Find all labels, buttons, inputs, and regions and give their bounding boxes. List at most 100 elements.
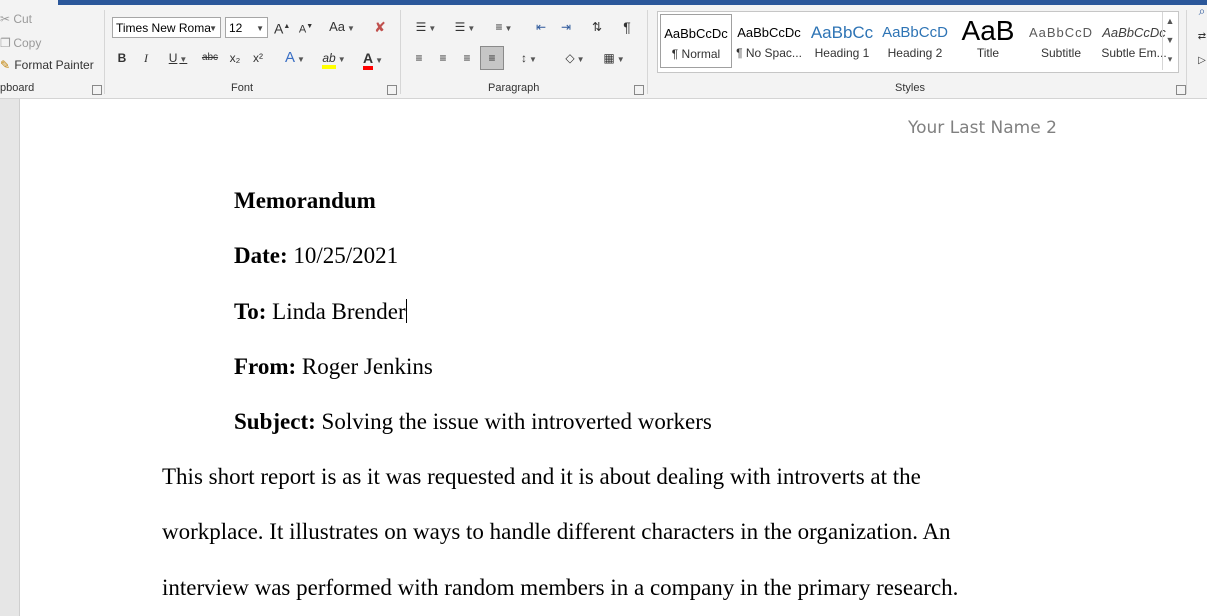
justify-button[interactable]: ≡ [480,46,504,70]
body-line[interactable]: workplace. It illustrates on ways to han… [162,519,951,545]
align-center-button[interactable]: ≡ [433,47,453,69]
format-painter-button[interactable]: ✎ Format Painter [0,58,94,72]
paintbrush-icon: ✎ [0,58,11,72]
multilevel-list-button[interactable]: ≡ ▼ [487,16,521,38]
styles-group-label: Styles [895,82,925,94]
bullets-button[interactable]: ☰ ▼ [409,16,443,38]
chevron-down-icon: ▼ [179,55,188,64]
align-left-icon: ≡ [415,51,423,65]
style-name: Subtitle [1040,46,1082,60]
style-heading-2[interactable]: AaBbCcD Heading 2 [879,14,951,68]
clipboard-dialog-launcher[interactable] [92,85,102,95]
date-value: 10/25/2021 [287,243,399,268]
left-margin-strip [0,99,20,616]
from-label: From: [234,354,297,379]
editing-group-partial: ⌕ ⇄ ▷ [1185,0,1207,98]
paragraph-group-label: Paragraph [488,82,540,94]
bullet-list-icon: ☰ [415,20,427,34]
text-cursor [405,299,407,323]
font-color-icon: A [362,51,374,70]
line-spacing-button[interactable]: ↕ ▼ [512,47,546,69]
subscript-button[interactable]: x₂ [226,47,244,69]
body-line[interactable]: This short report is as it was requested… [162,464,921,490]
cut-button[interactable]: ✂ Cut [0,12,32,26]
superscript-button[interactable]: x² [249,47,267,69]
grow-font-button[interactable]: A▲ [274,16,290,38]
copy-label: Copy [13,36,42,50]
memo-to-line[interactable]: To: Linda Brender [234,299,407,325]
memo-subject-line[interactable]: Subject: Solving the issue with introver… [234,409,712,435]
page-header[interactable]: Your Last Name 2 [908,118,1057,138]
font-color-button[interactable]: A ▼ [356,47,390,70]
style-name: Title [976,46,1000,60]
style-preview: AaBbCc [810,23,874,42]
styles-gallery: AaBbCcDc ¶ Normal AaBbCcDc ¶ No Spac... … [657,11,1179,73]
pilcrow-icon: ¶ [623,19,631,35]
chevron-down-icon: ▼ [428,24,437,33]
replace-icon[interactable]: ⇄ [1197,26,1207,48]
subject-label: Subject: [234,409,316,434]
date-label: Date: [234,243,288,268]
highlight-button[interactable]: ab ▼ [317,47,351,69]
text-effects-button[interactable]: A ▼ [280,47,310,69]
underline-icon: U [168,51,178,65]
font-size-combo[interactable]: 12 ▼ [225,17,268,38]
numbering-button[interactable]: ☰ ▼ [448,16,482,38]
group-separator [647,10,648,94]
sort-button[interactable]: ⇅ [588,16,606,38]
clipboard-group-label: pboard [0,82,35,94]
align-center-icon: ≡ [439,51,447,65]
show-formatting-button[interactable]: ¶ [618,16,636,38]
align-left-button[interactable]: ≡ [409,47,429,69]
subscript-icon: x₂ [229,51,241,65]
strikethrough-button[interactable]: abc [200,47,220,69]
copy-button[interactable]: ❐ Copy [0,36,41,50]
style-normal[interactable]: AaBbCcDc ¶ Normal [660,14,732,68]
find-icon[interactable]: ⌕ [1197,0,1207,22]
style-preview: AaBbCcD [1028,25,1094,40]
style-heading-1[interactable]: AaBbCc Heading 1 [806,14,878,68]
memo-from-line[interactable]: From: Roger Jenkins [234,354,433,380]
copy-icon: ❐ [0,36,11,50]
format-painter-label: Format Painter [14,58,94,72]
style-subtitle[interactable]: AaBbCcD Subtitle [1025,14,1097,68]
clear-formatting-button[interactable]: ✘ [370,16,390,38]
font-name-combo[interactable]: Times New Roma ▼ [112,17,221,38]
style-preview: AaBbCcD [882,24,948,41]
font-dialog-launcher[interactable] [387,85,397,95]
chevron-down-icon: ▼ [346,24,355,33]
superscript-icon: x² [253,51,263,65]
font-size-value: 12 [229,21,243,35]
memo-date-line[interactable]: Date: 10/25/2021 [234,243,398,269]
body-line[interactable]: interview was performed with random memb… [162,575,958,601]
decrease-indent-button[interactable]: ⇤ [531,16,551,38]
style-preview: AaB [961,15,1015,46]
scroll-up-icon[interactable]: ▲ [1163,12,1177,31]
shrink-font-button[interactable]: A▼ [298,16,314,38]
style-title[interactable]: AaB Title [952,14,1024,68]
scroll-down-icon[interactable]: ▼ [1163,31,1177,50]
chevron-down-icon: ▼ [209,24,217,33]
select-icon[interactable]: ▷ [1197,50,1207,72]
grow-font-icon: A [274,20,284,37]
increase-indent-button[interactable]: ⇥ [556,16,576,38]
shading-button[interactable]: ◇ ▼ [558,47,592,69]
bold-button[interactable]: B [114,47,130,69]
bold-icon: B [117,51,127,65]
italic-button[interactable]: I [138,47,154,69]
italic-icon: I [144,51,148,65]
to-label: To: [234,299,267,324]
underline-button[interactable]: U ▼ [162,47,194,69]
style-name: Subtle Em... [1101,46,1167,60]
paragraph-dialog-launcher[interactable] [634,85,644,95]
change-case-icon: Aa [329,19,345,34]
style-no-spacing[interactable]: AaBbCcDc ¶ No Spac... [733,14,805,68]
increase-indent-icon: ⇥ [560,20,572,34]
borders-button[interactable]: ▦ ▼ [597,47,631,69]
style-preview: AaBbCcDc [1102,25,1166,40]
style-subtle-emphasis[interactable]: AaBbCcDc Subtle Em... [1098,14,1170,68]
change-case-button[interactable]: Aa ▼ [326,16,358,38]
gallery-more-icon[interactable]: ▾ [1163,50,1177,69]
align-right-button[interactable]: ≡ [457,47,477,69]
memo-title[interactable]: Memorandum [234,188,376,214]
